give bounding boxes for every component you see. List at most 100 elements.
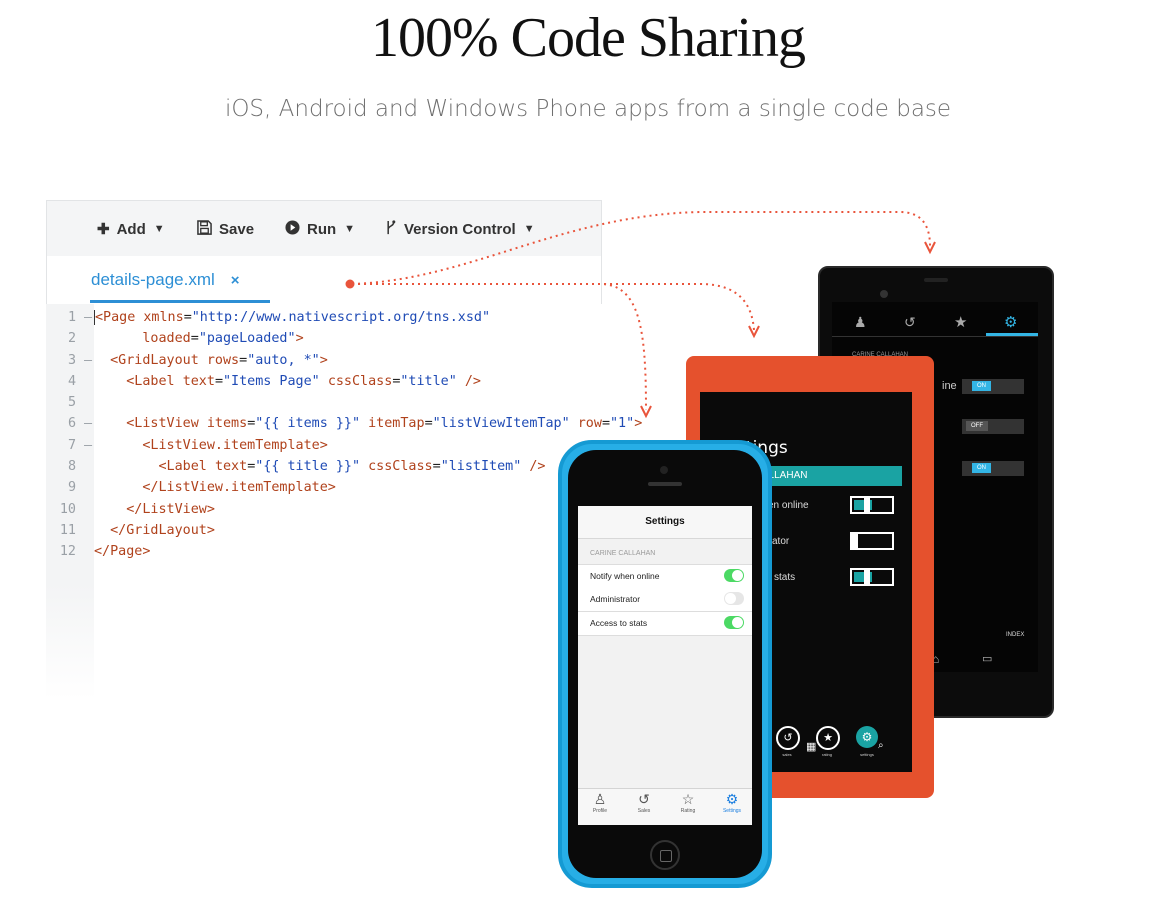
line-number: 4 xyxy=(67,373,76,389)
ios-screen: Settings CARINE CALLAHAN Notify when onl… xyxy=(578,506,752,825)
tab-details-page[interactable]: details-page.xml × xyxy=(91,256,240,304)
floppy-disk-icon xyxy=(197,219,212,239)
gear-icon[interactable]: ⚙ xyxy=(1004,313,1017,331)
row-label: Access to stats xyxy=(590,618,648,628)
iphone: Settings CARINE CALLAHAN Notify when onl… xyxy=(558,440,772,888)
arrowhead xyxy=(748,325,760,339)
ios-settings-row[interactable]: Access to stats xyxy=(578,612,752,636)
star-icon: ☆ xyxy=(681,791,695,807)
home-button[interactable] xyxy=(650,840,680,870)
active-tab-indicator xyxy=(90,300,270,303)
tab-profile[interactable]: ♙ Profile xyxy=(580,791,620,814)
gear-icon[interactable]: ⚙ xyxy=(856,726,878,748)
code-line: 5 xyxy=(46,392,686,413)
line-number: 11 xyxy=(59,522,76,538)
chevron-down-icon: ▼ xyxy=(523,223,535,235)
toggle-switch-on[interactable] xyxy=(724,616,744,629)
active-tab-indicator xyxy=(986,333,1038,336)
tab-sales[interactable]: ↺ Sales xyxy=(624,791,664,814)
history-icon[interactable]: ↺ xyxy=(776,726,800,750)
wp-tab-label: settings xyxy=(860,752,874,757)
code-line: 3 — <GridLayout rows="auto, *"> xyxy=(46,350,686,371)
star-icon[interactable]: ★ xyxy=(816,726,840,750)
fold-marker[interactable]: — xyxy=(76,413,94,434)
toggle-switch-off[interactable] xyxy=(724,592,744,605)
android-toggle[interactable]: ON xyxy=(962,461,1024,476)
row-label: Notify when online xyxy=(590,571,660,581)
toggle-state: OFF xyxy=(966,421,988,431)
editor-toolbar: ✚ Add ▼ Save Run ▼ Version Control ▼ xyxy=(46,200,602,256)
wp-row-label: stats xyxy=(774,572,796,583)
editor-tab-bar: details-page.xml × xyxy=(46,256,602,304)
gear-icon: ⚙ xyxy=(725,791,739,807)
wp-toggle[interactable] xyxy=(850,496,894,514)
line-number: 6 xyxy=(67,416,76,432)
plus-icon: ✚ xyxy=(97,221,110,238)
toggle-switch-on[interactable] xyxy=(724,569,744,582)
line-number: 2 xyxy=(67,331,76,347)
android-toggle[interactable]: OFF xyxy=(962,419,1024,434)
search-icon[interactable]: ⌕ xyxy=(878,740,884,751)
person-icon[interactable]: ♟ xyxy=(854,314,867,331)
front-camera xyxy=(880,290,888,298)
android-row-label: ine xyxy=(942,380,957,392)
windows-start-icon[interactable]: ▦ xyxy=(806,740,816,753)
branch-icon xyxy=(385,219,397,239)
android-tab-bar: ♟ ↺ ★ ⚙ xyxy=(832,310,1038,337)
code-line: 6 — <ListView items="{{ items }}" itemTa… xyxy=(46,413,686,434)
iphone-bezel: Settings CARINE CALLAHAN Notify when onl… xyxy=(568,450,762,878)
history-icon: ↺ xyxy=(638,791,650,807)
toggle-state: ON xyxy=(972,381,991,391)
ios-nav-title: Settings xyxy=(578,506,752,539)
wp-row-label: ator xyxy=(772,536,790,547)
wp-toggle[interactable] xyxy=(850,568,894,586)
recent-apps-icon[interactable]: ▭ xyxy=(982,652,992,665)
wp-row-label: en online xyxy=(768,500,809,511)
android-toggle[interactable]: ON xyxy=(962,379,1024,394)
tab-settings[interactable]: ⚙ Settings xyxy=(712,791,752,814)
line-number: 5 xyxy=(67,395,76,411)
front-camera xyxy=(660,466,668,474)
save-button[interactable]: Save xyxy=(197,201,254,257)
line-number: 1 xyxy=(67,310,76,325)
run-label: Run xyxy=(307,220,337,238)
star-icon[interactable]: ★ xyxy=(954,313,967,331)
line-number: 8 xyxy=(67,459,76,475)
tab-rating[interactable]: ☆ Rating xyxy=(668,791,708,814)
tab-label: Settings xyxy=(722,808,742,814)
fold-marker[interactable]: — xyxy=(76,307,94,328)
code-editor-panel: ✚ Add ▼ Save Run ▼ Version Control ▼ det… xyxy=(46,200,642,700)
row-label: Administrator xyxy=(590,594,641,604)
person-icon: ♙ xyxy=(593,791,607,807)
gutter-fade xyxy=(46,584,94,700)
line-number: 12 xyxy=(59,544,76,560)
wp-toggle[interactable] xyxy=(850,532,894,550)
code-line: 4 <Label text="Items Page" cssClass="tit… xyxy=(46,371,686,392)
add-menu-button[interactable]: ✚ Add ▼ xyxy=(97,201,165,257)
version-control-menu-button[interactable]: Version Control ▼ xyxy=(385,201,535,257)
ios-tab-bar: ♙ Profile ↺ Sales ☆ Rating ⚙ Settings xyxy=(578,788,752,825)
line-number: 7 xyxy=(67,437,76,453)
earpiece xyxy=(924,278,948,282)
page-title: 100% Code Sharing xyxy=(370,7,806,69)
chevron-down-icon: ▼ xyxy=(153,223,165,235)
tab-label: details-page.xml xyxy=(91,270,215,289)
code-line: 1 — <Page xmlns="http://www.nativescript.… xyxy=(46,307,686,328)
fold-marker[interactable]: — xyxy=(76,350,94,371)
wp-tab-label: rating xyxy=(821,752,832,757)
chevron-down-icon: ▼ xyxy=(344,223,356,235)
ios-settings-row[interactable]: Administrator xyxy=(578,588,752,612)
close-icon[interactable]: × xyxy=(231,272,240,289)
earpiece xyxy=(648,482,682,486)
toggle-state: ON xyxy=(972,463,991,473)
ios-settings-row[interactable]: Notify when online xyxy=(578,564,752,589)
version-control-label: Version Control xyxy=(404,220,516,238)
code-line: 2 loaded="pageLoaded"> xyxy=(46,328,686,349)
android-footer-label: INDEX xyxy=(1006,632,1025,638)
tab-label: Sales xyxy=(637,808,651,814)
line-number: 9 xyxy=(67,480,76,496)
run-menu-button[interactable]: Run ▼ xyxy=(285,201,355,257)
fold-marker[interactable]: — xyxy=(76,435,94,456)
history-icon[interactable]: ↺ xyxy=(904,314,916,331)
wp-tab-label: sales xyxy=(782,752,792,757)
